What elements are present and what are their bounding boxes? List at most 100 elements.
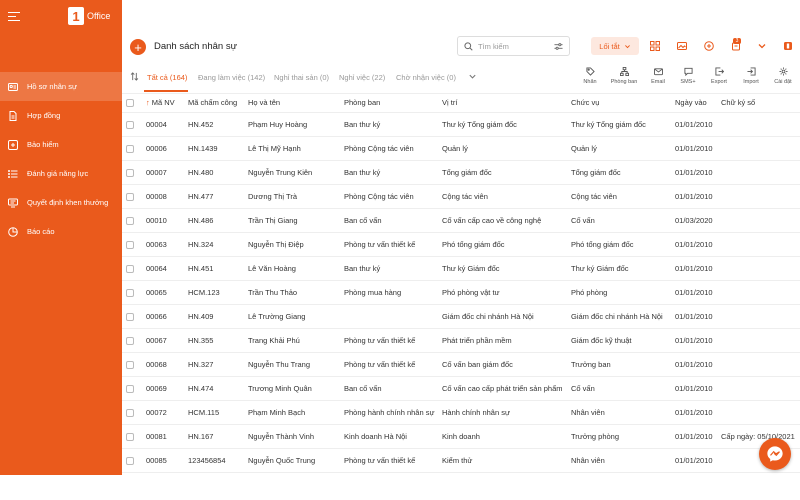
search-input[interactable] <box>478 41 552 51</box>
search-box[interactable] <box>457 36 570 56</box>
logo[interactable]: 1 Office <box>68 7 110 25</box>
table-cell <box>717 160 800 185</box>
table-row[interactable]: 00065 HCM.123 Trần Thu Thảo Phòng mua hàng P… <box>122 280 800 305</box>
table-cell: Tổng giám đốc <box>438 160 567 185</box>
col-title[interactable]: Chức vụ <box>567 94 671 113</box>
row-checkbox[interactable] <box>126 288 134 297</box>
table-row[interactable]: 00081 HN.167 Nguyễn Thành Vinh Kinh doanh H… <box>122 424 800 449</box>
table-cell: Phạm Minh Bạch <box>244 400 340 425</box>
row-checkbox[interactable] <box>126 312 134 321</box>
table-cell: 01/01/2010 <box>671 376 717 401</box>
tab-maternity[interactable]: Nghỉ thai sản (0) <box>274 73 329 82</box>
row-checkbox[interactable] <box>126 408 134 417</box>
table-cell: Phòng tư vấn thiết kế <box>340 328 438 353</box>
tab-all[interactable]: Tất cả (164) <box>147 73 187 82</box>
table-cell: 123456854 <box>184 448 244 473</box>
table-row[interactable]: 00004 HN.452 Phạm Huy Hoàng Ban thư ký Thư k… <box>122 112 800 137</box>
table-cell: Phòng Cộng tác viên <box>340 184 438 209</box>
messenger-icon <box>767 446 783 462</box>
table-cell: 00085 <box>142 448 184 473</box>
col-digital-signature[interactable]: Chữ ký số <box>717 94 800 113</box>
chevron-down-icon[interactable] <box>468 72 477 81</box>
tab-resigned[interactable]: Nghỉ việc (22) <box>339 73 385 82</box>
table-body: 00004 HN.452 Phạm Huy Hoàng Ban thư ký Thư k… <box>122 112 800 473</box>
row-checkbox-cell <box>122 232 142 257</box>
shortcut-dropdown[interactable]: Lối tắt <box>591 37 639 55</box>
add-employee-button[interactable]: + <box>130 39 146 55</box>
top-header: + Danh sách nhân sự Lối tắt 3 <box>122 0 800 62</box>
chevron-down-icon[interactable] <box>757 41 767 51</box>
tab-pending[interactable]: Chờ nhận việc (0) <box>396 73 456 82</box>
table-cell <box>717 232 800 257</box>
row-checkbox[interactable] <box>126 456 134 465</box>
row-checkbox[interactable] <box>126 264 134 273</box>
table-cell: HN.474 <box>184 376 244 401</box>
action-email[interactable]: Email <box>641 67 675 85</box>
table-row[interactable]: 00008 HN.477 Dương Thị Trà Phòng Cộng tác v… <box>122 184 800 209</box>
col-full-name[interactable]: Họ và tên <box>244 94 340 113</box>
row-checkbox[interactable] <box>126 432 134 441</box>
col-employee-id[interactable]: ↑ Mã NV <box>142 94 184 113</box>
col-department[interactable]: Phòng ban <box>340 94 438 113</box>
row-checkbox[interactable] <box>126 336 134 345</box>
sidebar-item-reports[interactable]: Báo cáo <box>0 217 122 246</box>
table-cell: HN.486 <box>184 208 244 233</box>
sidebar-item-evaluation[interactable]: Đánh giá năng lực <box>0 159 122 188</box>
row-checkbox[interactable] <box>126 216 134 225</box>
active-tab-indicator <box>144 90 188 92</box>
action-export[interactable]: Export <box>702 67 736 85</box>
col-start-date[interactable]: Ngày vào <box>671 94 717 113</box>
sidebar-item-profiles[interactable]: Hồ sơ nhân sự <box>0 72 122 101</box>
table-row[interactable]: 00085 123456854 Nguyễn Quốc Trung Phòng tư … <box>122 448 800 473</box>
row-checkbox[interactable] <box>126 360 134 369</box>
table-row[interactable]: 00064 HN.451 Lê Văn Hoàng Ban thư ký Thư ký … <box>122 256 800 281</box>
table-row[interactable]: 00069 HN.474 Trương Minh Quân Ban cố vấn Cố … <box>122 376 800 401</box>
sidebar-footer <box>0 475 122 500</box>
col-attendance-code[interactable]: Mã chấm công <box>184 94 244 113</box>
action-settings[interactable]: Cài đặt <box>766 67 800 85</box>
table-row[interactable]: 00063 HN.324 Nguyễn Thị Điệp Phòng tư vấn t… <box>122 232 800 257</box>
action-import[interactable]: Import <box>734 67 768 85</box>
table-row[interactable]: 00067 HN.355 Trang Khải Phú Phòng tư vấn th… <box>122 328 800 353</box>
table-row[interactable]: 00066 HN.409 Lê Trường Giang Giám đốc chi n… <box>122 304 800 329</box>
mail-icon <box>653 68 663 76</box>
table-cell: 00007 <box>142 160 184 185</box>
filter-sliders-icon[interactable] <box>554 42 563 51</box>
app-logo-icon[interactable] <box>783 41 793 51</box>
table-row[interactable]: 00068 HN.327 Nguyễn Thu Trang Phòng tư vấn … <box>122 352 800 377</box>
sidebar-header: 1 Office <box>0 0 122 32</box>
col-position[interactable]: Vị trí <box>438 94 567 113</box>
add-circle-icon[interactable] <box>704 41 714 51</box>
table-row[interactable]: 00072 HCM.115 Phạm Minh Bạch Phòng hành chí… <box>122 400 800 425</box>
table-cell: Nhân viên <box>567 448 671 473</box>
table-cell: 00067 <box>142 328 184 353</box>
table-row[interactable]: 00010 HN.486 Trần Thị Giang Ban cố vấn Cố vấ… <box>122 208 800 233</box>
table-cell: Phó tổng giám đốc <box>438 232 567 257</box>
table-cell: Nguyễn Thành Vinh <box>244 424 340 449</box>
action-sms[interactable]: SMS+ <box>671 67 705 85</box>
table-cell: HN.1439 <box>184 136 244 161</box>
action-department[interactable]: Phòng ban <box>607 67 641 85</box>
row-checkbox[interactable] <box>126 144 134 153</box>
table-cell: Giám đốc chi nhánh Hà Nội <box>438 304 567 329</box>
table-row[interactable]: 00006 HN.1439 Lê Thị Mỹ Hạnh Phòng Cộng tác… <box>122 136 800 161</box>
tab-working[interactable]: Đang làm việc (142) <box>198 73 265 82</box>
apps-grid-icon[interactable] <box>650 41 660 51</box>
select-all-checkbox[interactable] <box>126 99 134 108</box>
menu-icon[interactable] <box>8 11 20 21</box>
image-icon[interactable] <box>677 41 687 51</box>
messenger-chat-button[interactable] <box>759 438 791 470</box>
sidebar-item-rewards[interactable]: Quyết định khen thưởng <box>0 188 122 217</box>
table-row[interactable]: 00007 HN.480 Nguyễn Trung Kiên Ban thư ký Tổ… <box>122 160 800 185</box>
sort-icon[interactable] <box>130 72 139 81</box>
row-checkbox[interactable] <box>126 192 134 201</box>
row-checkbox[interactable] <box>126 240 134 249</box>
sidebar-item-insurance[interactable]: Bảo hiểm <box>0 130 122 159</box>
table-cell: Thư ký Tổng giám đốc <box>567 112 671 137</box>
row-checkbox[interactable] <box>126 120 134 129</box>
action-label[interactable]: Nhãn <box>573 67 607 85</box>
row-checkbox[interactable] <box>126 168 134 177</box>
sidebar-item-contracts[interactable]: Hợp đồng <box>0 101 122 130</box>
sidebar-item-label: Bảo hiểm <box>27 140 59 149</box>
row-checkbox[interactable] <box>126 384 134 393</box>
